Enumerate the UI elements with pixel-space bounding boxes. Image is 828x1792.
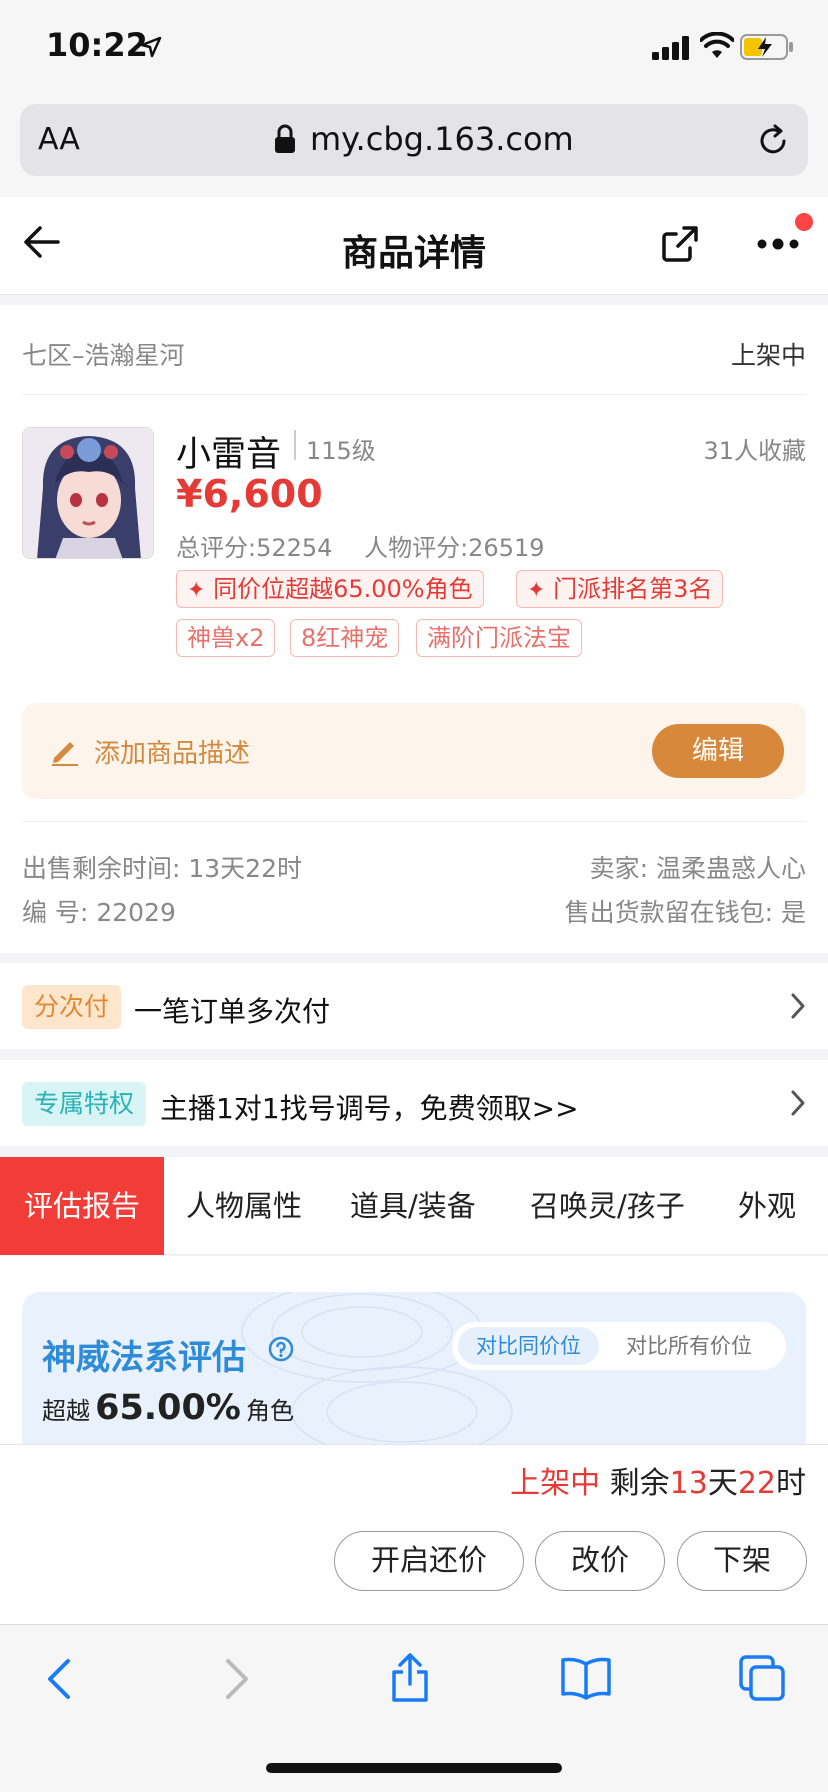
- seller-name: 卖家: 温柔蛊惑人心: [589, 854, 806, 883]
- tab-summons-children[interactable]: 召唤灵/孩子: [530, 1157, 685, 1255]
- beyond-summary: 超越 65.00% 角色: [42, 1388, 294, 1428]
- tab-appearance[interactable]: 外观: [738, 1157, 796, 1255]
- hours-unit: 时: [776, 1466, 806, 1501]
- reader-text-size-button[interactable]: AA: [38, 122, 80, 157]
- chevron-right-icon: [791, 993, 805, 1019]
- browser-back-icon[interactable]: [44, 1658, 74, 1700]
- remain-hours: 22: [737, 1466, 776, 1501]
- tab-character-attributes[interactable]: 人物属性: [186, 1157, 302, 1255]
- server-name: 七区–浩瀚星河: [22, 341, 185, 370]
- privilege-text: 主播1对1找号调号，免费领取>>: [160, 1092, 579, 1125]
- feature-tag: 8红神宠: [290, 619, 400, 657]
- installment-badge: 分次付: [22, 985, 122, 1029]
- scores: 总评分:52254 人物评分:26519: [176, 528, 569, 563]
- lock-icon: [275, 124, 295, 153]
- highlight-tag-label: 同价位超越65.00%角色: [213, 575, 473, 603]
- serial-number: 编 号: 22029: [22, 898, 176, 927]
- remain-prefix: 剩余: [609, 1466, 670, 1501]
- highlight-tag: ✦ 同价位超越65.00%角色: [176, 570, 484, 608]
- enable-bargain-button[interactable]: 开启还价: [334, 1531, 524, 1591]
- pencil-icon: [52, 742, 78, 766]
- divider: [22, 821, 806, 822]
- edit-button[interactable]: 编辑: [652, 724, 784, 778]
- character-level: 115级: [306, 437, 376, 465]
- beyond-prefix: 超越: [42, 1397, 90, 1425]
- divider: [22, 394, 806, 395]
- toggle-all-prices[interactable]: 对比所有价位: [626, 1327, 752, 1365]
- help-icon[interactable]: [268, 1336, 294, 1362]
- wifi-icon: [700, 32, 734, 58]
- wallet-setting: 售出货款留在钱包: 是: [564, 898, 806, 927]
- battery-icon: [740, 34, 793, 60]
- delist-button[interactable]: 下架: [677, 1531, 807, 1591]
- price: ¥6,600: [176, 472, 323, 516]
- toggle-same-price[interactable]: 对比同价位: [458, 1327, 599, 1365]
- remaining-time: 出售剩余时间: 13天22时: [22, 854, 302, 883]
- highlight-tag-label: 门派排名第3名: [553, 575, 713, 603]
- beyond-value: 65.00%: [95, 1388, 241, 1428]
- add-description-link[interactable]: 添加商品描述: [94, 733, 250, 770]
- change-price-button[interactable]: 改价: [535, 1531, 665, 1591]
- share-icon[interactable]: [660, 224, 700, 264]
- name-separator: [294, 430, 296, 460]
- installment-text: 一笔订单多次付: [134, 995, 331, 1028]
- share-sheet-icon[interactable]: [388, 1652, 432, 1704]
- total-score: 总评分:52254: [176, 534, 333, 562]
- feature-tag: 神兽x2: [176, 619, 276, 657]
- chevron-right-icon: [791, 1090, 805, 1116]
- character-name: 小雷音: [176, 435, 282, 475]
- page-title: 商品详情: [341, 233, 486, 274]
- sparkle-icon: ✦: [187, 578, 206, 603]
- more-options-icon[interactable]: [756, 238, 800, 250]
- highlight-tag: ✦ 门派排名第3名: [516, 570, 724, 608]
- character-avatar[interactable]: [22, 427, 154, 559]
- sale-status-line: 上架中 剩余13天22时: [510, 1458, 806, 1502]
- evaluation-title: 神威法系评估: [42, 1338, 246, 1378]
- character-score: 人物评分:26519: [364, 534, 545, 562]
- feature-tag: 满阶门派法宝: [416, 619, 582, 657]
- location-arrow-icon: [140, 36, 162, 58]
- favorites-count: 31人收藏: [703, 437, 806, 465]
- bookmarks-icon[interactable]: [560, 1656, 612, 1700]
- sparkle-icon: ✦: [527, 578, 546, 603]
- installment-row[interactable]: [0, 963, 828, 1049]
- reload-icon[interactable]: [756, 124, 790, 158]
- url-text[interactable]: my.cbg.163.com: [310, 120, 574, 158]
- listing-status: 上架中: [730, 341, 806, 370]
- remain-days: 13: [669, 1466, 708, 1501]
- home-indicator: [266, 1763, 562, 1773]
- tabs-icon[interactable]: [738, 1654, 786, 1702]
- notification-dot: [795, 213, 813, 231]
- privilege-badge: 专属特权: [22, 1082, 147, 1126]
- days-unit: 天: [707, 1466, 738, 1501]
- status-time: 10:22: [46, 26, 148, 64]
- signal-icon: [652, 36, 689, 60]
- sale-status: 上架中: [510, 1466, 601, 1501]
- tab-evaluation-report[interactable]: 评估报告: [0, 1157, 164, 1255]
- tab-items-equipment[interactable]: 道具/装备: [350, 1157, 476, 1255]
- browser-forward-icon[interactable]: [222, 1658, 252, 1700]
- beyond-suffix: 角色: [245, 1397, 294, 1425]
